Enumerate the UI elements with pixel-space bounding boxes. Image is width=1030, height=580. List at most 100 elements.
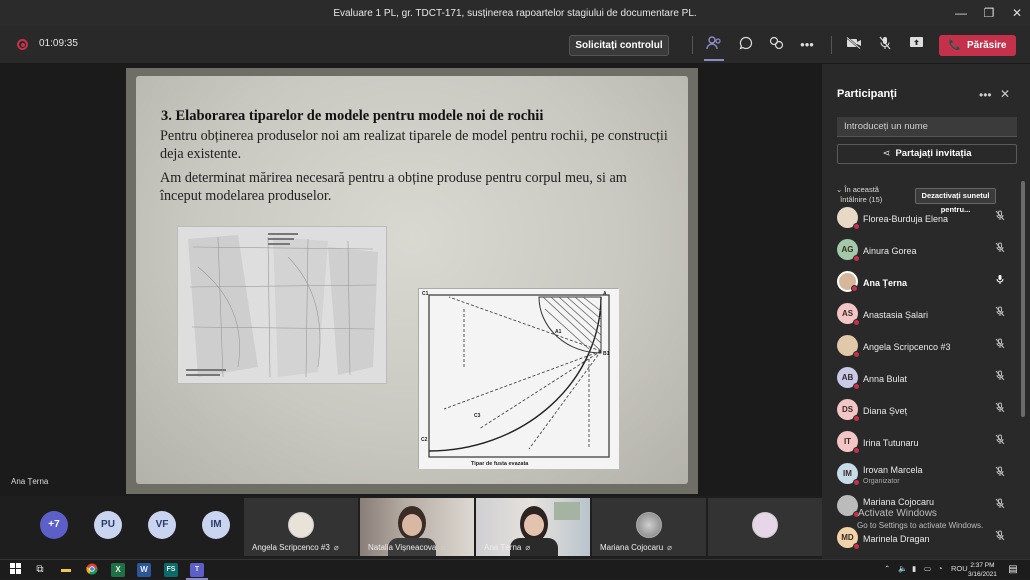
drawing-label: C1 [422,291,429,297]
teams-icon[interactable]: T [190,563,204,577]
drawing-label: A1 [555,329,562,335]
minimize-button[interactable]: — [954,6,968,20]
mic-off-icon [995,402,1005,416]
video-tile[interactable]: Mariana Cojocaru ⌀ [592,498,706,556]
skirt-pattern-drawing: C1 A B1 C2 C3 A1 Tipar de fusta evazata [418,288,619,469]
close-window-button[interactable]: ✕ [1010,6,1024,20]
avatar[interactable]: VF [148,511,176,539]
share-invite-button[interactable]: ⋖ Partajați invitația [837,144,1017,164]
tile-name: Ana Țerna ⌀ [484,543,531,552]
windows-start-icon[interactable] [8,563,22,577]
recording-icon [17,39,28,50]
active-tab-indicator [704,59,724,61]
window-title: Evaluare 1 PL, gr. TDCT-171, susținerea … [333,7,697,19]
notification-icon[interactable]: ▤ [1006,563,1020,577]
maximize-button[interactable]: ❐ [982,6,996,20]
slide-content: 3. Elaborarea tiparelor de modele pentru… [136,76,688,484]
drawing-label: C2 [421,437,428,443]
drawing-label: C3 [474,413,481,419]
video-tile[interactable]: Ana Țerna ⌀ [476,498,590,556]
participant-row[interactable]: IT Irina Tutunaru [822,428,1030,458]
avatar[interactable]: PU [94,511,122,539]
more-participants-avatar[interactable]: +7 [40,511,68,539]
meeting-toolbar: 01:09:35 Solicitați controlul ••• 📞 Părăs… [0,26,1030,64]
status-dot [853,351,860,358]
drawing-label: A [603,291,607,297]
participant-role: Organizator [863,478,900,485]
leave-button[interactable]: 📞 Părăsire [939,35,1016,56]
tile-name: Mariana Cojocaru ⌀ [600,543,672,552]
battery-icon[interactable]: ▭ [924,564,931,573]
participant-row[interactable]: Ana Țerna [822,268,1030,298]
mic-tray-icon[interactable]: ▮ [912,564,916,573]
tile-name: Natalia Vișneacova ⌀ [368,543,446,552]
mic-off-icon[interactable] [876,36,894,54]
share-invite-label: Partajați invitația [895,148,972,159]
participant-row[interactable]: Angela Scripcenco #3 [822,332,1030,362]
share-screen-icon[interactable] [907,36,925,54]
chat-icon[interactable] [737,36,755,54]
slide-paragraph-2: Am determinat mărirea necesară pentru a … [160,170,627,204]
participant-name: Ainura Gorea [863,246,917,256]
participants-icon[interactable] [705,36,723,54]
avatar[interactable]: IM [202,511,230,539]
status-dot [853,543,860,550]
file-explorer-icon[interactable]: ▬ [59,563,73,577]
share-icon: ⋖ [882,148,891,159]
task-view-icon[interactable]: ⧉ [33,563,47,577]
app-fs-icon[interactable]: FS [164,563,178,577]
participant-name: Anastasia Șalari [863,310,929,320]
mic-off-icon [995,466,1005,480]
drawing-label: B1 [603,351,610,357]
participant-search-input[interactable] [837,117,1017,137]
meeting-timer: 01:09:35 [39,38,78,49]
avatar [288,512,314,538]
video-tile[interactable]: Natalia Vișneacova ⌀ [360,498,474,556]
panel-close-icon[interactable]: ✕ [1000,87,1010,101]
camera-off-icon[interactable] [845,36,863,54]
video-tile[interactable]: Angela Scripcenco #3 ⌀ [244,498,358,556]
video-tile[interactable] [708,498,822,556]
avatar [636,512,662,538]
participant-row[interactable]: AB Anna Bulat [822,364,1030,394]
in-meeting-label-2: întâlnire (15) [840,195,883,204]
breakout-rooms-icon[interactable] [767,36,785,54]
status-dot [853,447,860,454]
network-icon[interactable]: ◔ [938,564,943,573]
word-icon[interactable]: W [137,563,151,577]
status-dot [853,383,860,390]
mic-off-icon [995,306,1005,320]
excel-icon[interactable]: X [111,563,125,577]
participant-row[interactable]: AG Ainura Gorea [822,236,1030,266]
avatar: AB [837,367,860,390]
windows-taskbar: ⧉ ▬ X W FS T ⌃ 🔈 ▮ ▭ ◔ ROU 2:37 PM 3/16/2… [0,559,1030,580]
participant-name: Irina Tutunaru [863,438,919,448]
participant-name: Mariana Cojocaru [863,497,935,507]
more-actions-icon[interactable]: ••• [798,36,816,54]
participant-name: Ana Țerna [863,278,908,288]
participant-name: Marinela Dragan [863,534,930,544]
status-dot [853,479,860,486]
in-meeting-label-1: În această [844,185,879,194]
slide-title: 3. Elaborarea tiparelor de modele pentru… [161,108,544,124]
participant-row[interactable]: AS Anastasia Șalari [822,300,1030,330]
participant-row[interactable]: Florea-Burduja Elena [822,204,1030,234]
panel-more-icon[interactable]: ••• [979,88,992,102]
participant-name: Florea-Burduja Elena [863,214,949,224]
participant-name: Irovan Marcela [863,465,923,475]
mic-off-icon [995,210,1005,224]
activate-windows-text: Go to Settings to activate Windows. [857,521,984,530]
participant-row[interactable]: DS Diana Șveț [822,396,1030,426]
take-control-button[interactable]: Solicitați controlul [569,35,669,56]
volume-icon[interactable]: 🔈 [898,564,907,573]
mic-off-icon [995,370,1005,384]
participant-name: Diana Șveț [863,406,908,416]
in-meeting-toggle[interactable]: ⌄ În această întâlnire (15) [836,185,882,205]
mute-all-button[interactable]: Dezactivați sunetul pentru... [915,188,996,214]
chrome-icon[interactable] [85,563,99,577]
tray-chevron-icon[interactable]: ⌃ [884,564,890,573]
participant-row[interactable]: IM Irovan Marcela Organizator [822,460,1030,490]
taskbar-clock[interactable]: 2:37 PM 3/16/2021 [968,561,997,579]
language-indicator[interactable]: ROU [951,564,968,573]
clock-date: 3/16/2021 [968,571,997,578]
